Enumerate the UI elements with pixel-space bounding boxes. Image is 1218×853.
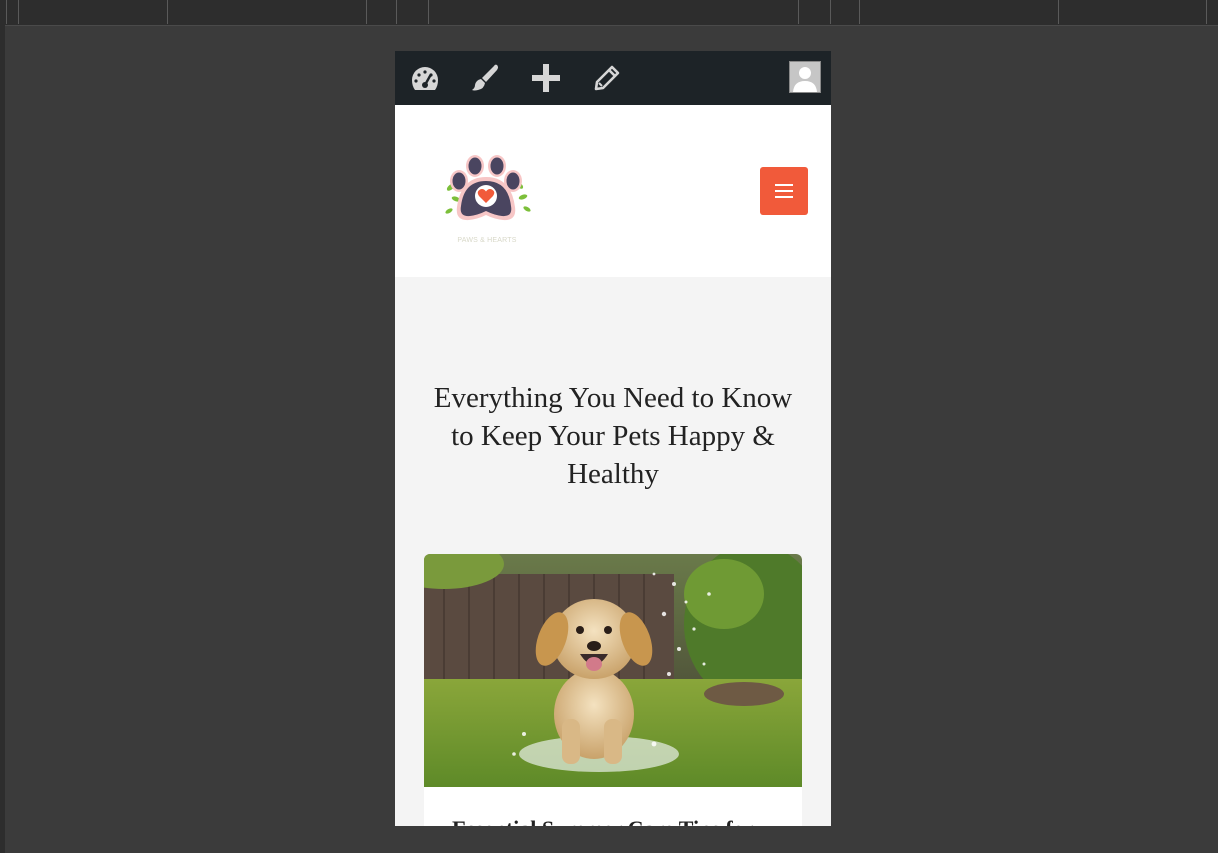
toolbar-divider bbox=[428, 0, 429, 24]
post-card[interactable]: Essential Summer Care Tips for bbox=[424, 554, 802, 826]
customize-brush-icon[interactable] bbox=[468, 62, 502, 94]
dashboard-icon[interactable] bbox=[408, 62, 442, 94]
toolbar-divider bbox=[366, 0, 367, 24]
post-title[interactable]: Essential Summer Care Tips for bbox=[452, 816, 782, 826]
toolbar-divider bbox=[6, 0, 7, 24]
mobile-viewport: PAWS & HEARTS Everything You Need to Kno… bbox=[395, 51, 831, 826]
toolbar-divider bbox=[1206, 0, 1207, 24]
toolbar-divider bbox=[859, 0, 860, 24]
hamburger-icon bbox=[775, 180, 793, 202]
toolbar-divider bbox=[396, 0, 397, 24]
top-toolbar-strip bbox=[0, 0, 1218, 26]
admin-bar bbox=[395, 51, 831, 105]
hero-title: Everything You Need to Know to Keep Your… bbox=[433, 382, 793, 490]
edit-pencil-icon[interactable] bbox=[590, 62, 624, 94]
site-header: PAWS & HEARTS bbox=[395, 105, 831, 277]
logo-caption: PAWS & HEARTS bbox=[457, 237, 517, 244]
site-logo[interactable]: PAWS & HEARTS bbox=[439, 149, 535, 249]
left-edge-panel bbox=[0, 25, 5, 853]
menu-toggle-button[interactable] bbox=[760, 167, 808, 215]
new-content-plus-icon[interactable] bbox=[529, 62, 563, 94]
paw-heart-logo bbox=[445, 155, 531, 221]
toolbar-divider bbox=[18, 0, 19, 24]
user-avatar[interactable] bbox=[789, 61, 821, 93]
toolbar-divider bbox=[798, 0, 799, 24]
toolbar-divider bbox=[167, 0, 168, 24]
toolbar-divider bbox=[830, 0, 831, 24]
toolbar-divider bbox=[1058, 0, 1059, 24]
post-thumbnail-image[interactable] bbox=[424, 554, 802, 787]
